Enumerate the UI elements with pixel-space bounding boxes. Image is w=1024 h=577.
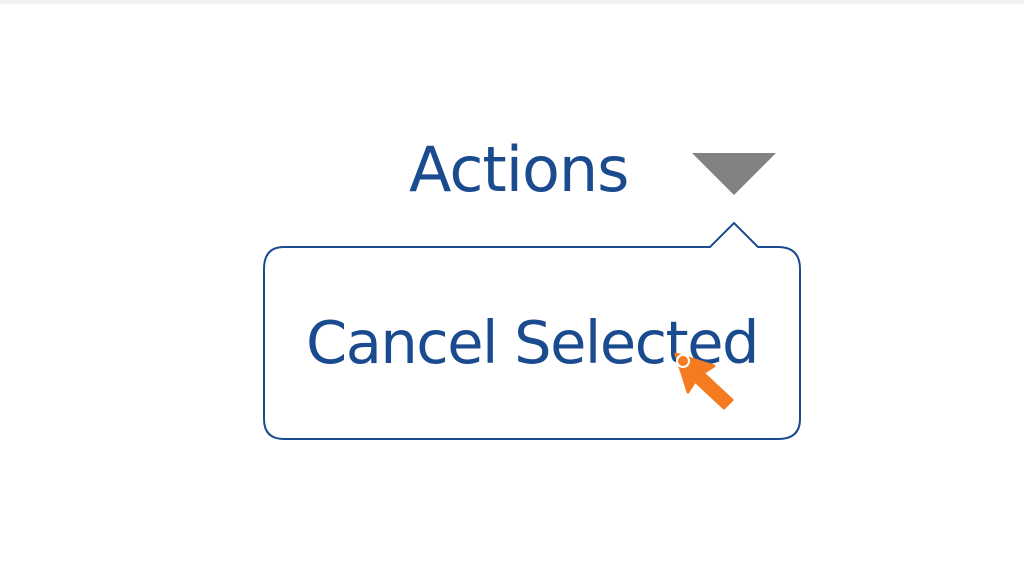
menu-item-label: Cancel Selected — [306, 308, 759, 377]
top-edge-strip — [0, 0, 1024, 4]
menu-item-cancel-selected[interactable]: Cancel Selected — [264, 306, 800, 380]
caret-down-icon — [692, 153, 776, 195]
actions-dropdown-toggle[interactable] — [688, 150, 780, 200]
actions-menu-label[interactable]: Actions — [409, 134, 629, 206]
